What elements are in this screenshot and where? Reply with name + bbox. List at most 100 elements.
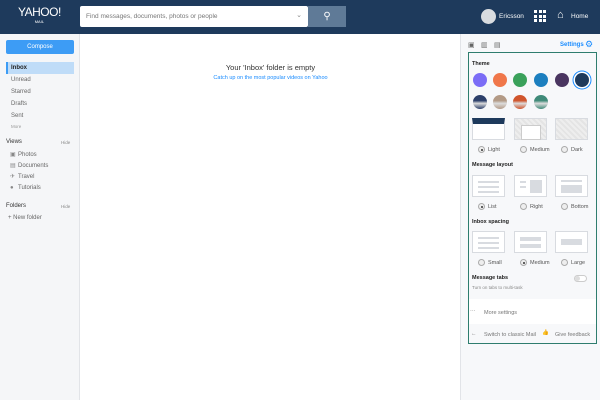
view-travel[interactable]: ✈ Travel	[10, 173, 34, 180]
radio-label: Bottom	[571, 203, 589, 210]
message-layout-label: Message layout	[472, 162, 513, 168]
radio-icon	[520, 146, 527, 153]
theme-swatch[interactable]	[493, 73, 507, 87]
views-title: Views	[6, 139, 22, 145]
theme-swatch[interactable]	[555, 73, 569, 87]
empty-title: Your 'Inbox' folder is empty	[225, 63, 316, 72]
layout-preview[interactable]	[555, 175, 588, 197]
search-placeholder: Find messages, documents, photos or peop…	[86, 13, 218, 20]
thumbs-up-icon: 👍	[542, 330, 549, 336]
photo-icon: ▣	[10, 152, 16, 158]
message-list	[81, 34, 460, 400]
theme-preview[interactable]	[514, 118, 547, 140]
message-tabs-toggle[interactable]	[574, 275, 587, 282]
theme-image-swatch[interactable]	[534, 95, 548, 109]
settings-link[interactable]: Settings	[560, 42, 584, 48]
popular-videos-link[interactable]: Catch up on the most popular videos on Y…	[81, 75, 460, 81]
sidebar-item-starred[interactable]: Starred	[6, 86, 74, 98]
spacing-radio[interactable]: Large	[561, 259, 585, 266]
spacing-preview[interactable]	[472, 231, 505, 253]
yahoo-mail-logo[interactable]: YAHOO! MAIL	[18, 6, 61, 27]
theme-image-swatch[interactable]	[493, 95, 507, 109]
new-folder-link[interactable]: + New folder	[8, 215, 42, 221]
search-input[interactable]: Find messages, documents, photos or peop…	[80, 6, 308, 27]
theme-swatch[interactable]	[473, 73, 487, 87]
theme-image-swatch[interactable]	[513, 95, 527, 109]
inbox-spacing-label: Inbox spacing	[472, 219, 509, 225]
message-tabs-sub: Turn on tabs to multi-task	[472, 285, 523, 290]
spacing-preview[interactable]	[514, 231, 547, 253]
spacing-radio[interactable]: Medium	[520, 259, 550, 266]
radio-label: Large	[571, 259, 586, 266]
folders-hide[interactable]: Hide	[61, 204, 70, 209]
contacts-icon[interactable]: ▣	[468, 41, 475, 49]
spacing-radio[interactable]: Small	[478, 259, 502, 266]
radio-icon	[520, 203, 527, 210]
layout-radio[interactable]: List	[478, 203, 497, 210]
view-label: Photos	[18, 152, 37, 158]
theme-label: Theme	[472, 61, 490, 67]
gear-icon[interactable]: ⚙	[585, 39, 593, 50]
radio-label: List	[488, 203, 497, 210]
layout-radio[interactable]: Right	[520, 203, 543, 210]
compose-button[interactable]: Compose	[6, 40, 74, 54]
theme-preview[interactable]	[472, 118, 505, 140]
layout-preview[interactable]	[514, 175, 547, 197]
avatar[interactable]	[481, 9, 496, 24]
radio-label: Dark	[571, 146, 583, 153]
theme-image-swatch[interactable]	[473, 95, 487, 109]
view-photos[interactable]: ▣ Photos	[10, 151, 37, 158]
theme-radio[interactable]: Light	[478, 146, 500, 153]
home-icon[interactable]: ⌂	[557, 9, 564, 21]
radio-icon	[561, 259, 568, 266]
arrow-left-icon: ←	[471, 331, 477, 337]
theme-radio[interactable]: Medium	[520, 146, 550, 153]
calendar-icon[interactable]: ▥	[481, 41, 488, 49]
message-tabs-label: Message tabs	[472, 275, 509, 281]
radio-label: Small	[488, 259, 502, 266]
theme-swatch[interactable]	[534, 73, 548, 87]
radio-icon	[478, 203, 485, 210]
radio-icon	[478, 146, 485, 153]
search-button[interactable]: ⚲	[308, 6, 346, 27]
chevron-down-icon[interactable]: ⌄	[296, 11, 302, 19]
radio-label: Medium	[530, 146, 550, 153]
theme-radio[interactable]: Dark	[561, 146, 583, 153]
view-label: Tutorials	[18, 185, 41, 191]
home-link[interactable]: Home	[571, 13, 588, 20]
switch-classic-link[interactable]: Switch to classic Mail	[484, 332, 536, 338]
radio-icon	[478, 259, 485, 266]
view-documents[interactable]: ▤ Documents	[10, 162, 48, 169]
theme-swatch[interactable]	[513, 73, 527, 87]
plane-icon: ✈	[10, 174, 16, 180]
radio-icon	[520, 259, 527, 266]
apps-grid-icon[interactable]	[534, 10, 546, 22]
more-settings-link[interactable]: More settings	[484, 310, 517, 316]
theme-swatch[interactable]	[575, 73, 589, 87]
views-hide[interactable]: Hide	[61, 140, 70, 145]
user-name[interactable]: Ericsson	[499, 13, 524, 20]
help-icon: ●	[10, 185, 14, 191]
layout-preview[interactable]	[472, 175, 505, 197]
notepad-icon[interactable]: ▤	[494, 41, 501, 49]
theme-preview[interactable]	[555, 118, 588, 140]
folders-title: Folders	[6, 203, 27, 209]
sidebar-item-drafts[interactable]: Drafts	[6, 98, 74, 110]
spacing-preview[interactable]	[555, 231, 588, 253]
view-label: Documents	[18, 163, 49, 169]
radio-label: Right	[530, 203, 543, 210]
radio-label: Medium	[530, 259, 550, 266]
radio-label: Light	[488, 146, 500, 153]
radio-icon	[561, 146, 568, 153]
sidebar-more[interactable]: More	[6, 121, 74, 133]
radio-icon	[561, 203, 568, 210]
search-icon: ⚲	[323, 11, 331, 22]
more-icon: ···	[470, 308, 476, 314]
sidebar-item-unread[interactable]: Unread	[6, 74, 74, 86]
sidebar-item-inbox[interactable]: Inbox	[6, 62, 74, 74]
view-label: Travel	[18, 174, 35, 180]
layout-radio[interactable]: Bottom	[561, 203, 588, 210]
view-tutorials[interactable]: ● Tutorials	[10, 185, 41, 191]
give-feedback-link[interactable]: Give feedback	[555, 332, 590, 338]
document-icon: ▤	[10, 163, 16, 169]
